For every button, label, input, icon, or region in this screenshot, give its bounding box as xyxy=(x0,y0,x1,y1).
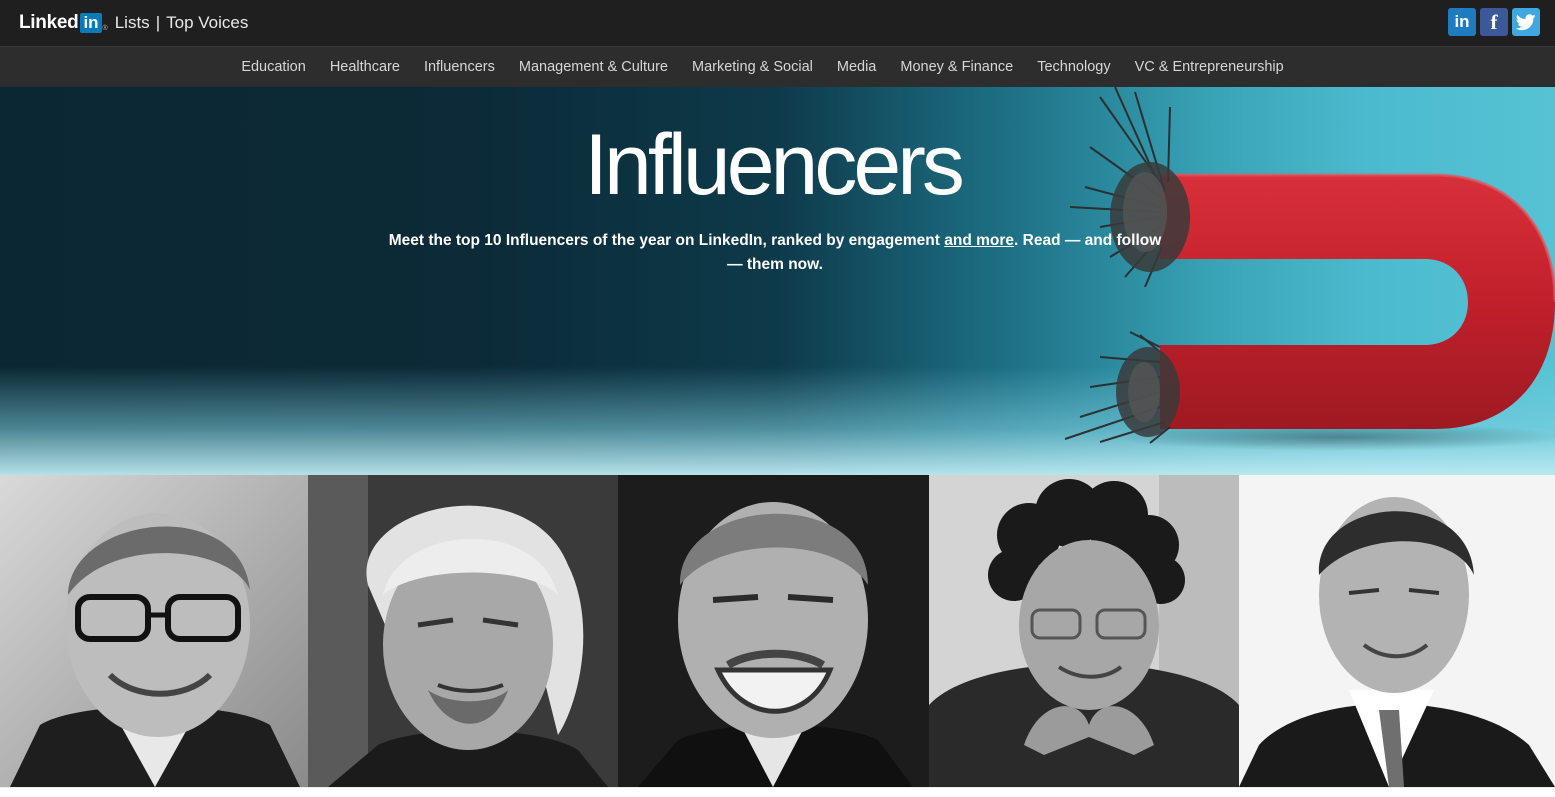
influencer-photo-strip xyxy=(0,475,1555,787)
nav-item-marketing-social[interactable]: Marketing & Social xyxy=(692,59,813,75)
breadcrumb-lists[interactable]: Lists xyxy=(115,13,150,33)
nav-item-media[interactable]: Media xyxy=(837,59,877,75)
hero-banner: Influencers Meet the top 10 Influencers … xyxy=(0,87,1555,475)
twitter-bird-icon xyxy=(1516,13,1536,30)
and-more-link[interactable]: and more xyxy=(944,232,1014,249)
page-title: Influencers xyxy=(584,117,965,213)
nav-item-technology[interactable]: Technology xyxy=(1037,59,1110,75)
breadcrumb-top-voices[interactable]: Top Voices xyxy=(166,13,248,33)
top-bar: Linked in ® Lists | Top Voices in f xyxy=(0,0,1555,46)
logo-registered-mark: ® xyxy=(102,24,108,32)
page-bottom-divider xyxy=(0,787,1555,797)
linkedin-icon[interactable]: in xyxy=(1448,8,1476,36)
nav-item-vc-entrepreneurship[interactable]: VC & Entrepreneurship xyxy=(1135,59,1284,75)
nav-item-money-finance[interactable]: Money & Finance xyxy=(900,59,1013,75)
influencer-photo-3[interactable] xyxy=(618,475,929,787)
influencer-photo-4[interactable] xyxy=(929,475,1239,787)
facebook-icon[interactable]: f xyxy=(1480,8,1508,36)
hero-subtitle-lead: Meet the top 10 Influencers of the year … xyxy=(388,232,945,249)
influencer-photo-1[interactable] xyxy=(0,475,308,787)
nav-item-education[interactable]: Education xyxy=(241,59,306,75)
linkedin-logo[interactable]: Linked in ® xyxy=(19,12,108,34)
category-nav: Education Healthcare Influencers Managem… xyxy=(0,46,1555,87)
linkedin-icon-glyph: in xyxy=(1454,12,1470,31)
hero-subtitle: Meet the top 10 Influencers of the year … xyxy=(380,229,1170,277)
logo-in-badge: in xyxy=(80,13,102,33)
influencer-photo-5[interactable] xyxy=(1239,475,1555,787)
nav-item-healthcare[interactable]: Healthcare xyxy=(330,59,400,75)
logo-linked-text: Linked xyxy=(19,12,79,33)
facebook-icon-glyph: f xyxy=(1490,9,1498,34)
breadcrumb-separator: | xyxy=(155,13,161,32)
social-share-group: in f xyxy=(1448,8,1540,36)
twitter-icon[interactable] xyxy=(1512,8,1540,36)
influencer-photo-2[interactable] xyxy=(308,475,618,787)
nav-item-management-culture[interactable]: Management & Culture xyxy=(519,59,668,75)
nav-item-influencers[interactable]: Influencers xyxy=(424,59,495,75)
